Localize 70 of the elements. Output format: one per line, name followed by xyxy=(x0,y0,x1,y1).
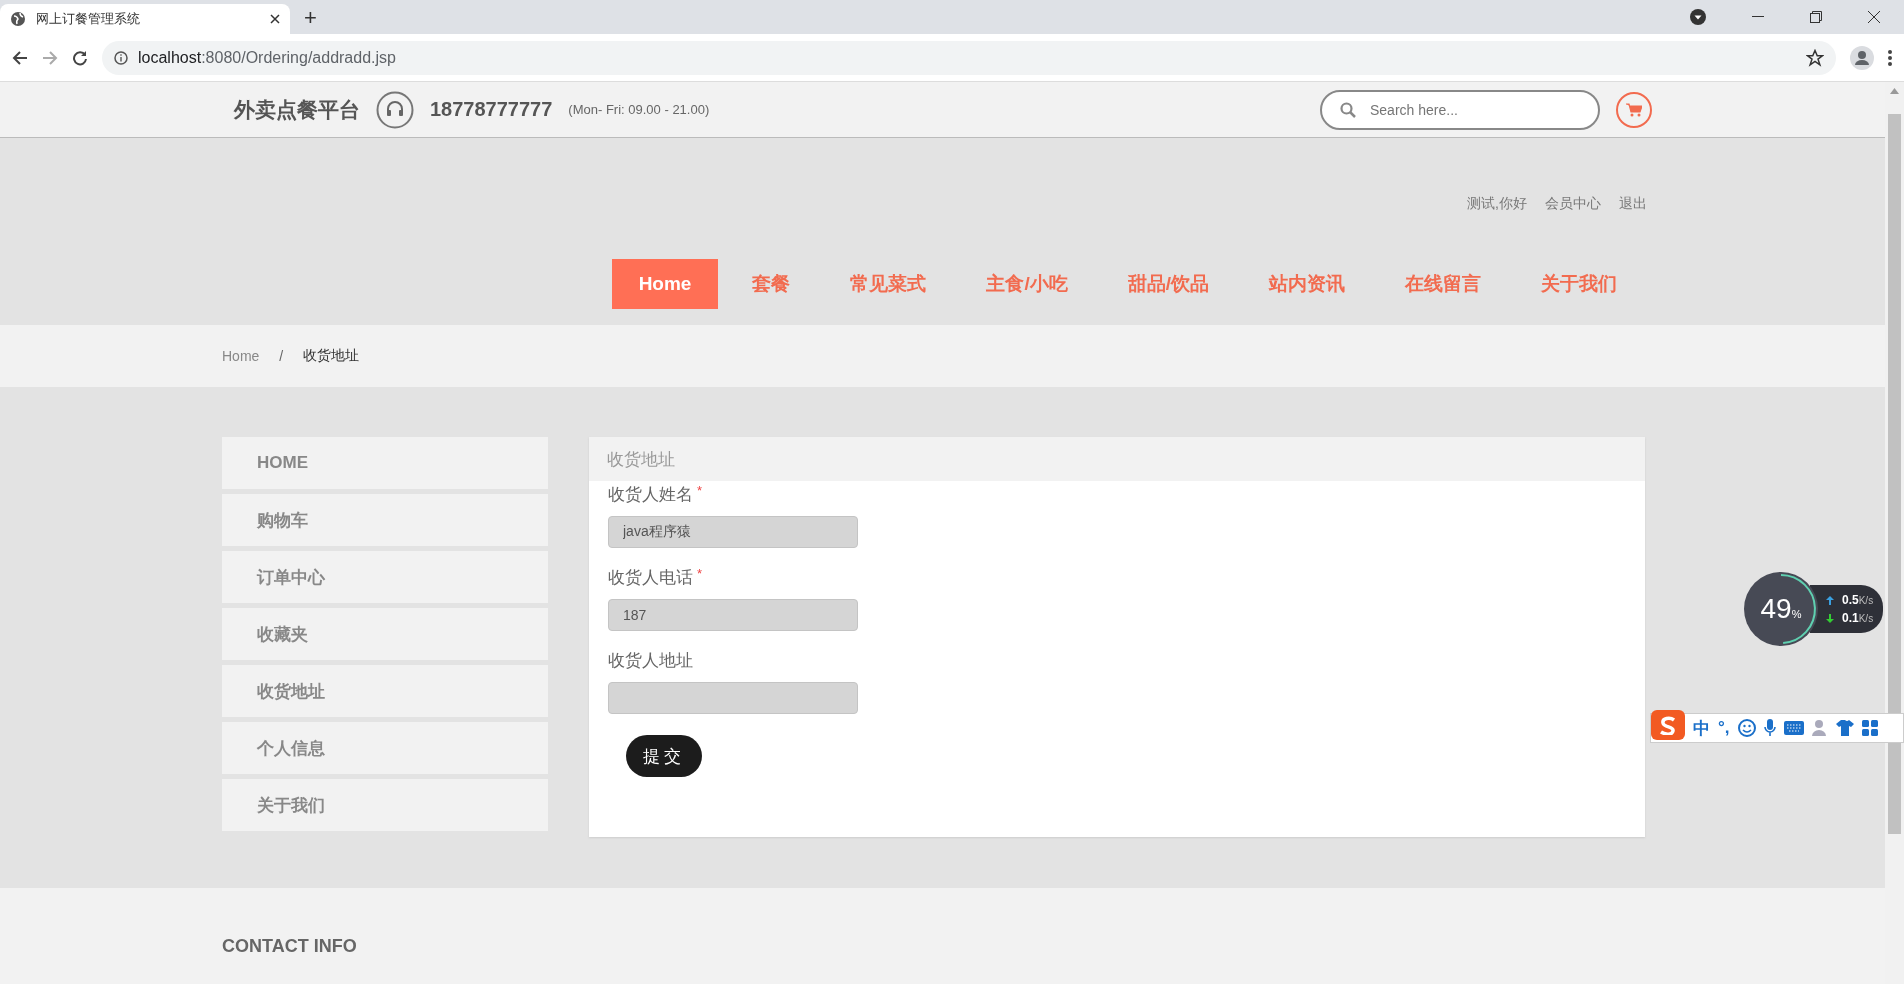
profile-dropdown-icon[interactable] xyxy=(1690,9,1706,25)
new-tab-button[interactable]: + xyxy=(304,6,317,30)
nav-link[interactable]: 甜品/饮品 xyxy=(1097,259,1239,309)
required-mark: * xyxy=(697,566,703,583)
input-field[interactable]: 187 xyxy=(608,599,858,631)
sidebar-item[interactable]: 收货地址 xyxy=(222,665,548,717)
restore-icon[interactable] xyxy=(1810,11,1822,23)
sidebar-item[interactable]: 订单中心 xyxy=(222,551,548,603)
reload-icon[interactable] xyxy=(72,49,88,66)
scrollbar-thumb[interactable] xyxy=(1888,114,1901,834)
globe-icon xyxy=(10,11,26,27)
info-icon[interactable] xyxy=(114,50,128,65)
keyboard-icon[interactable] xyxy=(1783,721,1804,735)
sidebar-item[interactable]: HOME xyxy=(222,437,548,489)
headset-icon xyxy=(376,90,414,129)
url-text: localhost:8080/Ordering/addradd.jsp xyxy=(138,48,396,67)
upload-arrow-icon xyxy=(1826,595,1834,605)
field-label: 收货人地址 xyxy=(608,650,693,672)
sidebar-item[interactable]: 关于我们 xyxy=(222,779,548,831)
back-icon[interactable] xyxy=(12,49,28,66)
nav-link[interactable]: Home xyxy=(611,259,719,309)
footer-heading: CONTACT INFO xyxy=(222,936,358,957)
browser-tab[interactable]: 网上订餐管理系统 xyxy=(0,4,290,34)
usage-percent: 49% xyxy=(1760,593,1802,625)
star-icon[interactable] xyxy=(1806,48,1824,67)
required-mark: * xyxy=(697,483,703,500)
breadcrumb-current: 收货地址 xyxy=(303,347,360,365)
field-label: 收货人电话 xyxy=(608,567,693,589)
breadcrumb-separator: / xyxy=(279,348,284,364)
ime-logo-icon[interactable] xyxy=(1651,710,1685,740)
microphone-icon[interactable] xyxy=(1763,719,1776,737)
nav-link[interactable]: 关于我们 xyxy=(1511,259,1647,309)
grid-icon[interactable] xyxy=(1861,720,1878,736)
nav-link[interactable]: 套餐 xyxy=(722,259,821,309)
opening-hours: (Mon- Fri: 09.00 - 21.00) xyxy=(568,102,710,117)
download-rate: 0.1K/s xyxy=(1842,611,1874,625)
upload-rate: 0.5K/s xyxy=(1842,593,1874,607)
nav-link[interactable]: 在线留言 xyxy=(1375,259,1511,309)
field-label: 收货人姓名 xyxy=(608,484,693,506)
sidebar-item[interactable]: 个人信息 xyxy=(222,722,548,774)
nav-link[interactable]: 常见菜式 xyxy=(820,259,957,309)
ime-mode[interactable]: 中 xyxy=(1693,716,1710,740)
breadcrumb-link[interactable]: Home xyxy=(222,348,260,364)
search-field[interactable]: Search here... xyxy=(1320,89,1600,130)
site-brand: 外卖点餐平台 xyxy=(234,96,360,123)
user-link[interactable]: 退出 xyxy=(1619,195,1647,213)
cart-button[interactable] xyxy=(1616,91,1652,128)
shirt-icon[interactable] xyxy=(1835,720,1854,736)
smiley-icon[interactable] xyxy=(1737,719,1756,737)
ime-punctuation[interactable]: °, xyxy=(1718,718,1730,738)
sidebar-item[interactable]: 购物车 xyxy=(222,494,548,546)
phone-number: 18778777777 xyxy=(430,98,553,121)
submit-button[interactable]: 提交 xyxy=(626,735,702,777)
nav-link[interactable]: 站内资讯 xyxy=(1239,259,1375,309)
close-icon[interactable] xyxy=(270,14,280,24)
user-link[interactable]: 会员中心 xyxy=(1545,195,1601,213)
address-bar[interactable]: localhost:8080/Ordering/addradd.jsp xyxy=(102,40,1836,75)
user-link[interactable]: 测试,你好 xyxy=(1467,195,1527,213)
minimize-icon[interactable] xyxy=(1752,16,1764,18)
cart-icon xyxy=(1626,102,1642,117)
search-icon xyxy=(1340,101,1356,118)
nav-link[interactable]: 主食/小吃 xyxy=(956,259,1098,309)
input-field[interactable]: java程序猿 xyxy=(608,516,858,548)
card-title: 收货地址 xyxy=(589,437,1645,481)
menu-icon[interactable] xyxy=(1888,49,1892,66)
download-arrow-icon xyxy=(1826,613,1834,623)
close-icon[interactable] xyxy=(1868,11,1880,23)
account-icon[interactable] xyxy=(1850,45,1874,70)
input-field[interactable] xyxy=(608,682,858,714)
sidebar-item[interactable]: 收藏夹 xyxy=(222,608,548,660)
